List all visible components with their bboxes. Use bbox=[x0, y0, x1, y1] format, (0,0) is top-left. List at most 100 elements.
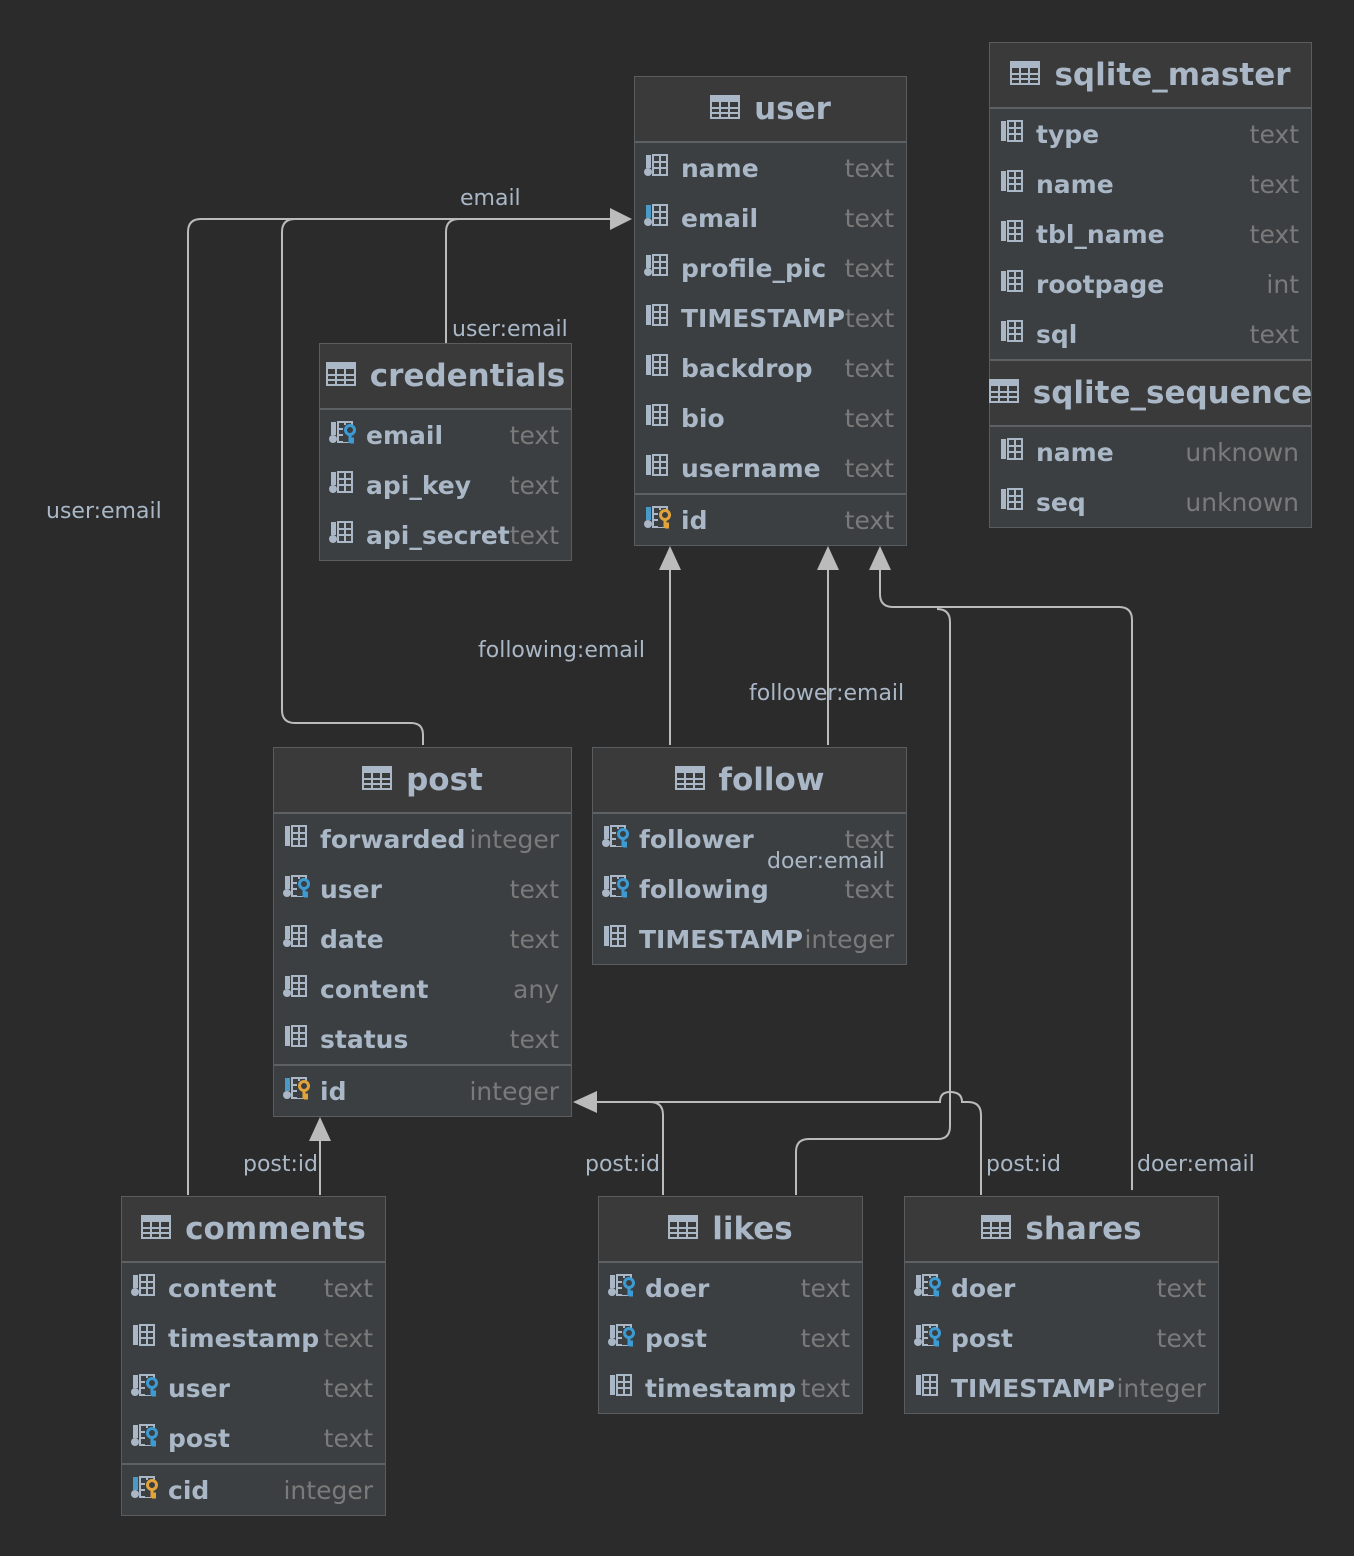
column-row-username[interactable]: username text bbox=[635, 443, 906, 493]
column-type: text bbox=[1249, 219, 1299, 249]
column-row-api_secret[interactable]: api_secret text bbox=[320, 510, 571, 560]
column-row-tbl_name[interactable]: tbl_name text bbox=[990, 209, 1311, 259]
column-row-id[interactable]: id text bbox=[635, 493, 906, 545]
table-sqlite-master[interactable]: sqlite_master type text name text tbl_name tex… bbox=[988, 42, 1312, 528]
foreign-key-icon bbox=[607, 1272, 639, 1304]
table-shares[interactable]: shares doer text post text TIMESTAMP integer bbox=[904, 1196, 1219, 1414]
table-comments[interactable]: comments content text timestamp text user text… bbox=[121, 1196, 386, 1516]
arrowhead-comments-post-id bbox=[309, 1117, 331, 1141]
column-type: text bbox=[1156, 1273, 1206, 1303]
column-row-timestamp[interactable]: timestamp text bbox=[599, 1363, 862, 1413]
column-row-name[interactable]: name unknown bbox=[990, 427, 1311, 477]
column-row-sql[interactable]: sql text bbox=[990, 309, 1311, 359]
table-title: post bbox=[406, 762, 483, 798]
column-type: text bbox=[844, 353, 894, 383]
column-icon bbox=[998, 268, 1030, 300]
column-name: timestamp bbox=[645, 1373, 797, 1403]
column-row-name[interactable]: name text bbox=[990, 159, 1311, 209]
column-row-id[interactable]: id integer bbox=[274, 1064, 571, 1116]
column-row-email[interactable]: email text bbox=[635, 193, 906, 243]
column-name: doer bbox=[645, 1273, 710, 1303]
column-row-cid[interactable]: cid integer bbox=[122, 1463, 385, 1515]
table-title: credentials bbox=[369, 358, 566, 394]
column-row-backdrop[interactable]: backdrop text bbox=[635, 343, 906, 393]
column-row-post[interactable]: post text bbox=[122, 1413, 385, 1463]
column-name: forwarded bbox=[320, 824, 466, 854]
column-row-status[interactable]: status text bbox=[274, 1014, 571, 1064]
column-icon bbox=[282, 823, 314, 855]
table-header[interactable]: sqlite_sequence bbox=[988, 359, 1312, 427]
table-header[interactable]: credentials bbox=[320, 344, 571, 410]
column-notnull-icon bbox=[282, 973, 314, 1005]
edge-label-follower-email: follower:email bbox=[749, 681, 905, 706]
foreign-key-icon bbox=[130, 1422, 162, 1454]
column-row-content[interactable]: content text bbox=[122, 1263, 385, 1313]
foreign-key-icon bbox=[282, 873, 314, 905]
column-row-user[interactable]: user text bbox=[274, 864, 571, 914]
arrowhead-doer bbox=[869, 546, 891, 570]
column-row-timestamp[interactable]: TIMESTAMP integer bbox=[593, 914, 906, 964]
column-row-post[interactable]: post text bbox=[905, 1313, 1218, 1363]
column-name: name bbox=[1036, 437, 1114, 467]
column-row-seq[interactable]: seq unknown bbox=[990, 477, 1311, 527]
column-name: date bbox=[320, 924, 384, 954]
column-row-type[interactable]: type text bbox=[990, 109, 1311, 159]
column-row-doer[interactable]: doer text bbox=[599, 1263, 862, 1313]
table-user[interactable]: user name text email text profile_pic text TIME… bbox=[634, 76, 907, 546]
table-header[interactable]: sqlite_master bbox=[990, 43, 1311, 109]
column-row-post[interactable]: post text bbox=[599, 1313, 862, 1363]
column-row-profile_pic[interactable]: profile_pic text bbox=[635, 243, 906, 293]
column-type: text bbox=[323, 1373, 373, 1403]
column-type: text bbox=[844, 253, 894, 283]
table-icon bbox=[668, 1211, 699, 1247]
edge-likes-post-id bbox=[649, 1101, 664, 1195]
column-row-rootpage[interactable]: rootpage int bbox=[990, 259, 1311, 309]
column-icon bbox=[643, 402, 675, 434]
column-notnull-icon bbox=[328, 519, 360, 551]
column-icon bbox=[998, 318, 1030, 350]
table-header[interactable]: likes bbox=[599, 1197, 862, 1263]
column-row-timestamp[interactable]: TIMESTAMP text bbox=[635, 293, 906, 343]
table-icon bbox=[988, 375, 1019, 411]
column-name: email bbox=[366, 420, 444, 450]
column-type: text bbox=[1249, 319, 1299, 349]
column-row-email[interactable]: email text bbox=[320, 410, 571, 460]
column-notnull-icon bbox=[643, 252, 675, 284]
column-row-doer[interactable]: doer text bbox=[905, 1263, 1218, 1313]
column-row-user[interactable]: user text bbox=[122, 1363, 385, 1413]
column-type: text bbox=[844, 203, 894, 233]
column-type: text bbox=[509, 874, 559, 904]
column-row-content[interactable]: content any bbox=[274, 964, 571, 1014]
edge-label-following-email: following:email bbox=[478, 638, 645, 663]
column-row-api_key[interactable]: api_key text bbox=[320, 460, 571, 510]
table-title: comments bbox=[185, 1211, 366, 1247]
column-row-timestamp[interactable]: TIMESTAMP integer bbox=[905, 1363, 1218, 1413]
column-row-forwarded[interactable]: forwarded integer bbox=[274, 814, 571, 864]
table-header[interactable]: post bbox=[274, 748, 571, 814]
table-header[interactable]: follow bbox=[593, 748, 906, 814]
column-name: doer bbox=[951, 1273, 1016, 1303]
table-credentials[interactable]: credentials email text api_key text api_secre… bbox=[319, 343, 572, 561]
table-title: sqlite_master bbox=[1054, 57, 1291, 93]
column-type: integer bbox=[469, 1076, 559, 1106]
table-header[interactable]: comments bbox=[122, 1197, 385, 1263]
column-notnull-icon bbox=[328, 469, 360, 501]
column-row-date[interactable]: date text bbox=[274, 914, 571, 964]
column-type: text bbox=[844, 874, 894, 904]
table-likes[interactable]: likes doer text post text timestamp text bbox=[598, 1196, 863, 1414]
column-name: profile_pic bbox=[681, 253, 827, 283]
column-row-timestamp[interactable]: timestamp text bbox=[122, 1313, 385, 1363]
table-post[interactable]: post forwarded integer user text date text cont… bbox=[273, 747, 572, 1117]
table-header[interactable]: user bbox=[635, 77, 906, 143]
column-type: integer bbox=[1116, 1373, 1206, 1403]
foreign-key-icon bbox=[607, 1322, 639, 1354]
column-name: post bbox=[645, 1323, 707, 1353]
table-header[interactable]: shares bbox=[905, 1197, 1218, 1263]
column-row-name[interactable]: name text bbox=[635, 143, 906, 193]
table-icon bbox=[141, 1211, 172, 1247]
column-type: text bbox=[323, 1323, 373, 1353]
arrowhead-follower bbox=[817, 546, 839, 570]
column-name: post bbox=[168, 1423, 230, 1453]
column-row-bio[interactable]: bio text bbox=[635, 393, 906, 443]
column-name: cid bbox=[168, 1475, 210, 1505]
